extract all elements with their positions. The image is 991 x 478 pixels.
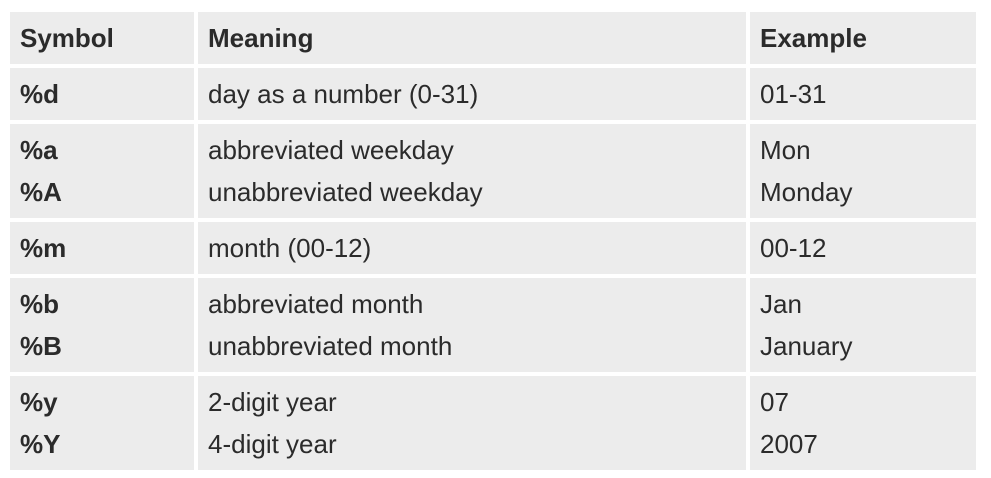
meaning-text: 4-digit year bbox=[208, 429, 337, 459]
date-format-table: Symbol Meaning Example %d day as a numbe… bbox=[6, 8, 980, 474]
page: Symbol Meaning Example %d day as a numbe… bbox=[0, 0, 991, 478]
symbol-text: %b bbox=[20, 289, 59, 319]
example-text: January bbox=[760, 331, 853, 361]
meaning-text: month (00-12) bbox=[208, 233, 372, 263]
table-row: %y %Y 2-digit year 4-digit year 07 2007 bbox=[10, 376, 976, 470]
symbol-cell: %y %Y bbox=[10, 376, 194, 470]
meaning-cell: abbreviated month unabbreviated month bbox=[198, 278, 746, 372]
table-row: %b %B abbreviated month unabbreviated mo… bbox=[10, 278, 976, 372]
header-symbol: Symbol bbox=[10, 12, 194, 64]
symbol-text: %y bbox=[20, 387, 58, 417]
example-text: 07 bbox=[760, 387, 789, 417]
example-text: Mon bbox=[760, 135, 811, 165]
example-text: Jan bbox=[760, 289, 802, 319]
meaning-text: 2-digit year bbox=[208, 387, 337, 417]
symbol-text: %a bbox=[20, 135, 58, 165]
symbol-cell: %b %B bbox=[10, 278, 194, 372]
symbol-text: %B bbox=[20, 331, 62, 361]
example-cell: 00-12 bbox=[750, 222, 976, 274]
symbol-cell: %d bbox=[10, 68, 194, 120]
meaning-cell: abbreviated weekday unabbreviated weekda… bbox=[198, 124, 746, 218]
symbol-text: %d bbox=[20, 79, 59, 109]
table-row: %m month (00-12) 00-12 bbox=[10, 222, 976, 274]
meaning-text: day as a number (0-31) bbox=[208, 79, 479, 109]
example-text: 01-31 bbox=[760, 79, 827, 109]
symbol-cell: %a %A bbox=[10, 124, 194, 218]
meaning-cell: month (00-12) bbox=[198, 222, 746, 274]
meaning-text: abbreviated weekday bbox=[208, 135, 454, 165]
meaning-cell: day as a number (0-31) bbox=[198, 68, 746, 120]
example-cell: 01-31 bbox=[750, 68, 976, 120]
example-cell: 07 2007 bbox=[750, 376, 976, 470]
example-text: 00-12 bbox=[760, 233, 827, 263]
symbol-text: %A bbox=[20, 177, 62, 207]
example-text: 2007 bbox=[760, 429, 818, 459]
table-row: %d day as a number (0-31) 01-31 bbox=[10, 68, 976, 120]
example-text: Monday bbox=[760, 177, 853, 207]
symbol-text: %Y bbox=[20, 429, 61, 459]
header-example: Example bbox=[750, 12, 976, 64]
meaning-cell: 2-digit year 4-digit year bbox=[198, 376, 746, 470]
header-meaning: Meaning bbox=[198, 12, 746, 64]
example-cell: Mon Monday bbox=[750, 124, 976, 218]
symbol-cell: %m bbox=[10, 222, 194, 274]
example-cell: Jan January bbox=[750, 278, 976, 372]
meaning-text: abbreviated month bbox=[208, 289, 424, 319]
table-row: %a %A abbreviated weekday unabbreviated … bbox=[10, 124, 976, 218]
header-row: Symbol Meaning Example bbox=[10, 12, 976, 64]
meaning-text: unabbreviated weekday bbox=[208, 177, 483, 207]
symbol-text: %m bbox=[20, 233, 67, 263]
meaning-text: unabbreviated month bbox=[208, 331, 453, 361]
